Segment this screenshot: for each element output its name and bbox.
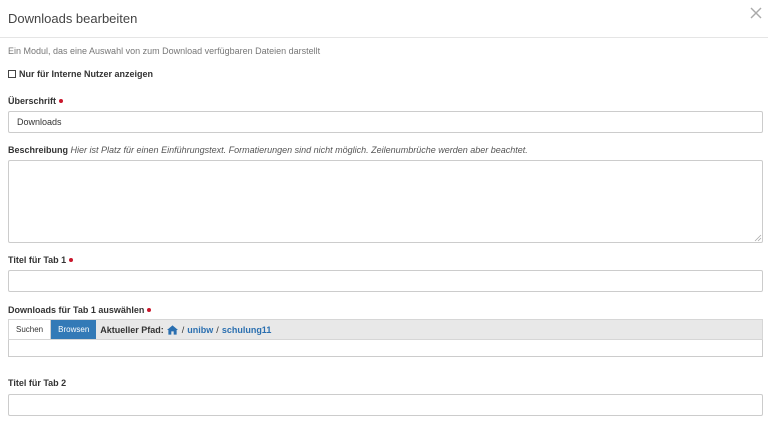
tab1-title-label-text: Titel für Tab 1 bbox=[8, 255, 67, 265]
modal-header: Downloads bearbeiten bbox=[0, 0, 768, 38]
description-hint: Hier ist Platz für einen Einführungstext… bbox=[70, 145, 528, 155]
search-tab-button[interactable]: Suchen bbox=[9, 320, 52, 339]
close-icon[interactable] bbox=[748, 5, 764, 21]
home-icon[interactable] bbox=[166, 324, 178, 335]
breadcrumb-unibw[interactable]: unibw bbox=[187, 325, 213, 335]
path-separator: / bbox=[181, 324, 185, 335]
heading-input[interactable] bbox=[8, 111, 763, 133]
file-browser-content[interactable] bbox=[8, 340, 763, 357]
required-marker bbox=[147, 307, 152, 312]
required-marker bbox=[59, 98, 64, 103]
description-label-text: Beschreibung bbox=[8, 145, 69, 155]
internal-only-option[interactable]: Nur für Interne Nutzer anzeigen bbox=[8, 68, 153, 80]
browse-tab-button[interactable]: Browsen bbox=[51, 320, 97, 339]
breadcrumb-schulung11[interactable]: schulung11 bbox=[222, 325, 272, 335]
heading-label: Überschrift bbox=[8, 96, 64, 106]
required-marker bbox=[69, 257, 74, 262]
resize-grip-icon[interactable] bbox=[754, 234, 762, 242]
file-browser-toolbar: Suchen Browsen Aktueller Pfad: / unibw /… bbox=[8, 319, 763, 340]
description-label: Beschreibung Hier ist Platz für einen Ei… bbox=[8, 145, 528, 155]
tab2-title-label-text: Titel für Tab 2 bbox=[8, 378, 67, 388]
description-textarea[interactable] bbox=[8, 160, 763, 243]
tab1-title-input[interactable] bbox=[8, 270, 763, 292]
tab1-title-label: Titel für Tab 1 bbox=[8, 255, 74, 265]
path-separator: / bbox=[216, 324, 219, 335]
tab1-downloads-label: Downloads für Tab 1 auswählen bbox=[8, 305, 152, 315]
tab2-title-input[interactable] bbox=[8, 394, 763, 416]
current-path-label: Aktueller Pfad: bbox=[100, 324, 164, 335]
modal-description: Ein Modul, das eine Auswahl von zum Down… bbox=[8, 46, 321, 56]
tab2-title-label: Titel für Tab 2 bbox=[8, 378, 66, 388]
tab1-downloads-label-text: Downloads für Tab 1 auswählen bbox=[8, 305, 145, 315]
internal-only-checkbox[interactable] bbox=[8, 70, 16, 78]
heading-label-text: Überschrift bbox=[8, 96, 57, 106]
modal-title: Downloads bearbeiten bbox=[8, 11, 138, 26]
internal-only-label: Nur für Interne Nutzer anzeigen bbox=[19, 69, 154, 79]
